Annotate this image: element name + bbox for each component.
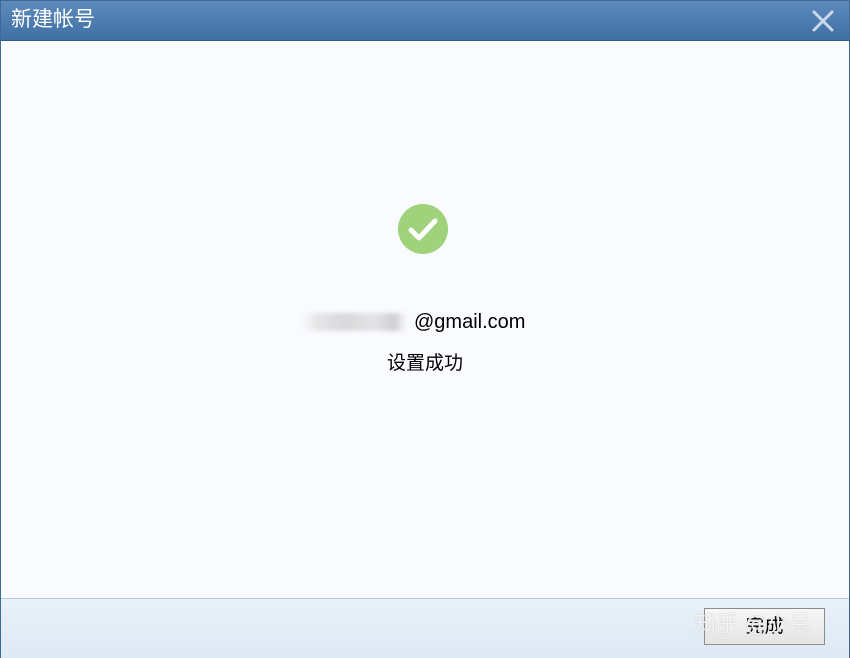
close-button[interactable] — [809, 7, 837, 35]
dialog-content: @gmail.com 设置成功 — [1, 41, 849, 598]
new-account-dialog: 新建帐号 @gmail.com 设置成功 完成 知乎 @小呆 — [0, 0, 850, 658]
dialog-footer: 完成 知乎 @小呆 — [1, 598, 849, 658]
check-circle-icon — [398, 204, 448, 254]
title-bar: 新建帐号 — [1, 1, 849, 41]
redacted-username — [301, 313, 407, 331]
email-domain: @gmail.com — [414, 311, 526, 333]
account-email: @gmail.com — [1, 309, 849, 335]
close-icon — [812, 10, 834, 32]
status-message: 设置成功 — [386, 352, 463, 374]
dialog-title: 新建帐号 — [11, 7, 95, 31]
done-button[interactable]: 完成 — [704, 608, 825, 645]
